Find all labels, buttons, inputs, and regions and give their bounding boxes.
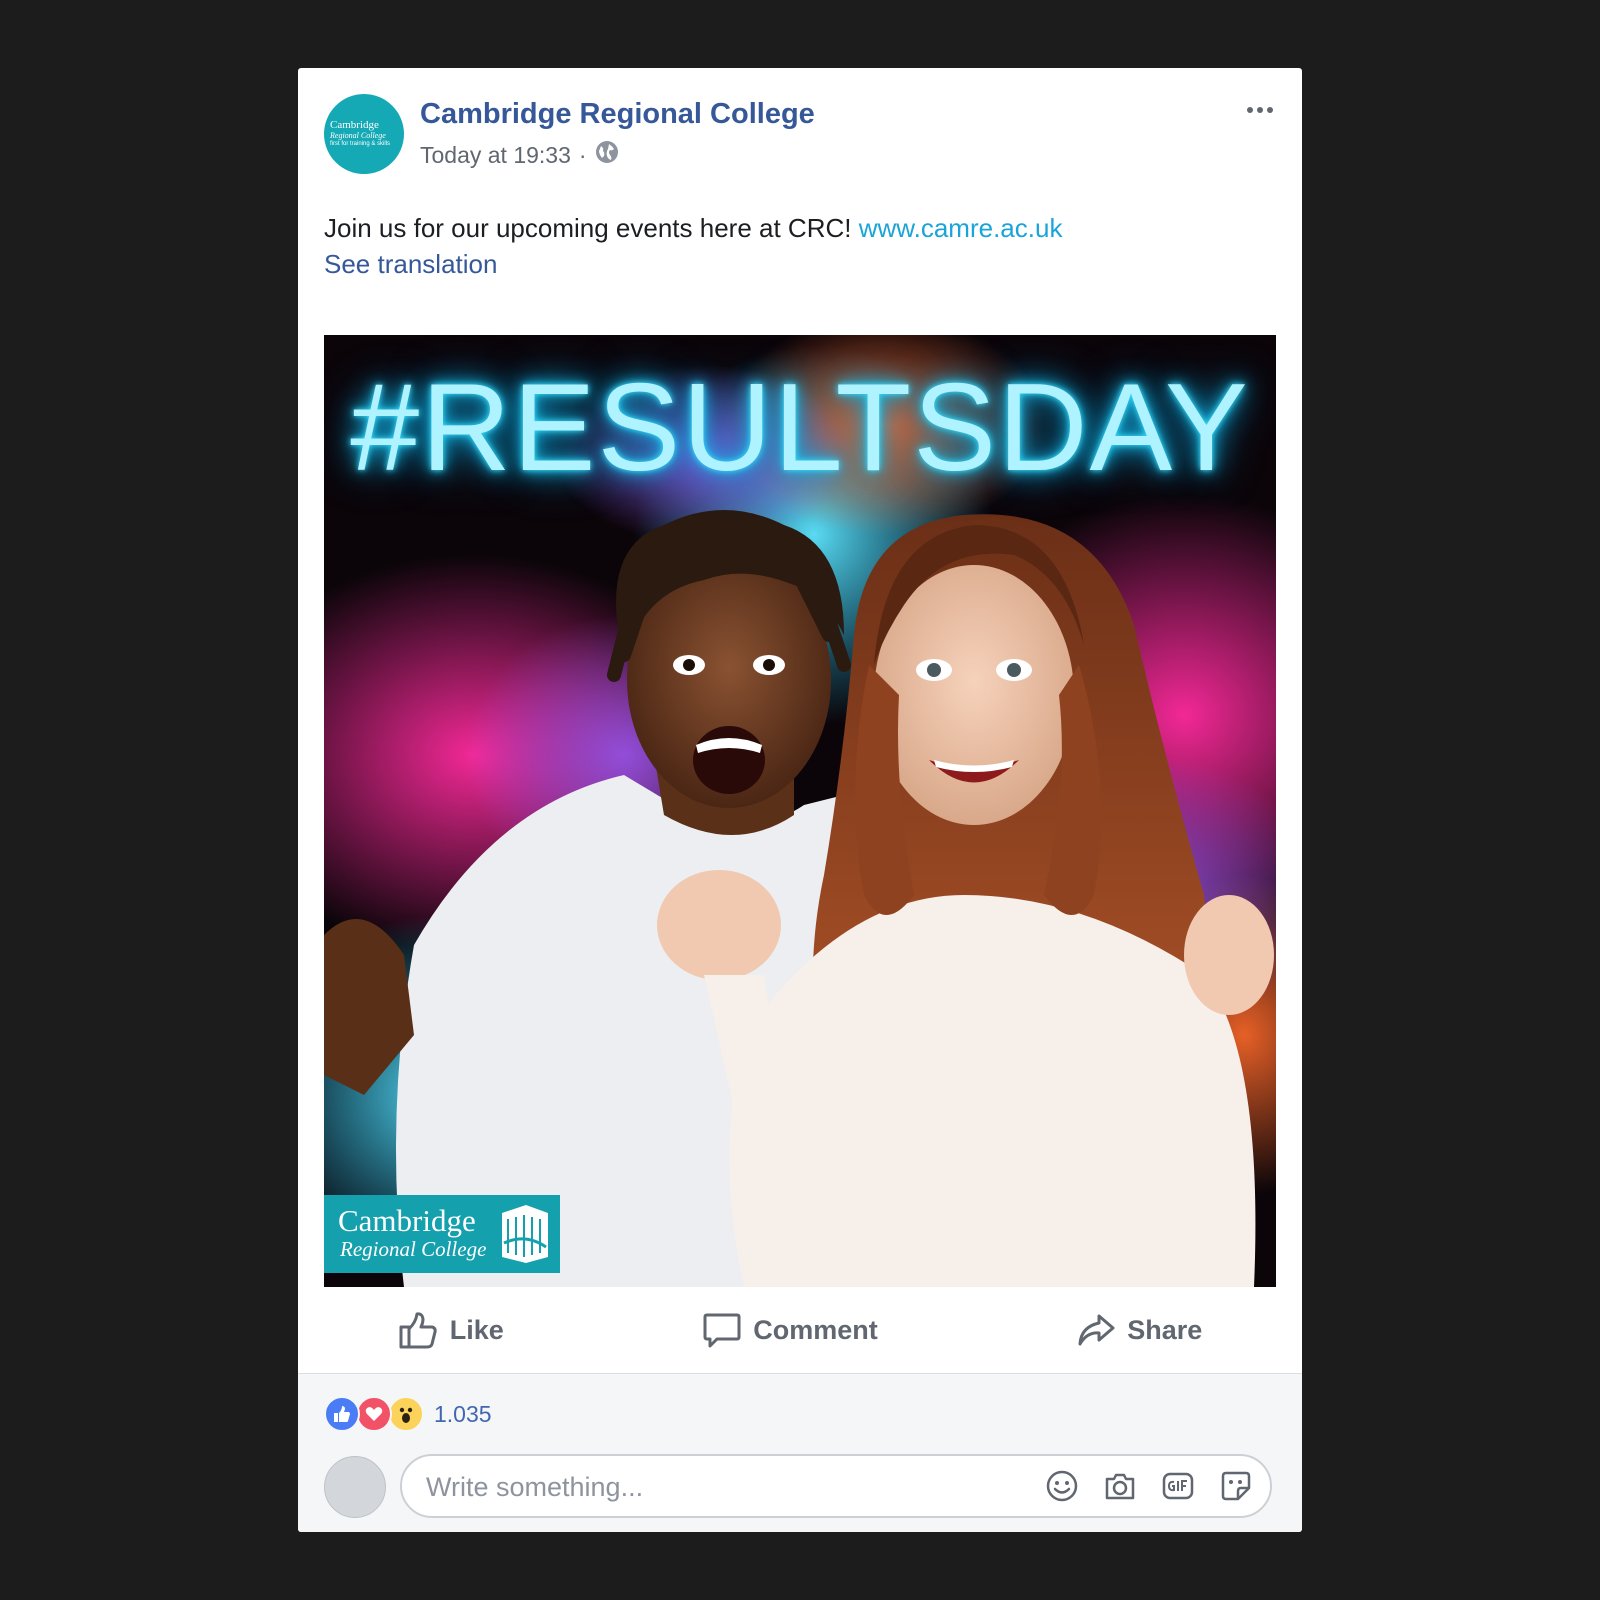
page-name-link[interactable]: Cambridge Regional College [420,98,815,131]
building-logo-icon [502,1205,548,1263]
reaction-count[interactable]: 1.035 [434,1401,492,1428]
logo-text-line2: Regional College [340,1237,487,1261]
comment-button[interactable]: Comment [703,1311,878,1349]
post-image[interactable]: #RESULTSDAY Cambridge Regional College [324,335,1276,1287]
like-icon [324,1396,360,1432]
meta-separator: · [578,141,587,168]
facebook-post-card: Cambridge Regional College first for tra… [298,68,1302,1532]
more-dot-icon [1257,107,1263,113]
see-translation-link[interactable]: See translation [324,246,497,282]
more-dot-icon [1247,107,1253,113]
share-arrow-icon [1078,1314,1115,1346]
avatar-logo-text: Regional College [330,131,386,140]
like-label: Like [449,1314,504,1345]
emoji-icon[interactable] [1046,1470,1078,1502]
post-action-bar: Like Comment Share [298,1287,1302,1374]
comment-label: Comment [753,1314,878,1345]
more-options-button[interactable] [1242,98,1278,122]
avatar-logo-text: Cambridge [330,119,379,131]
post-meta: Today at 19:33 · [420,140,619,170]
wow-icon [388,1396,424,1432]
post-timestamp[interactable]: Today at 19:33 [420,142,571,169]
image-hashtag-text: #RESULTSDAY [350,359,1250,497]
post-body-text: Join us for our upcoming events here at … [324,213,852,243]
post-body: Join us for our upcoming events here at … [324,210,1062,246]
image-brand-logo: Cambridge Regional College [324,1195,560,1273]
thumbs-up-icon [399,1312,437,1349]
gif-icon[interactable] [1162,1470,1194,1502]
composer-icons [1046,1470,1252,1502]
more-dot-icon [1267,107,1273,113]
comment-composer [400,1454,1272,1518]
sticker-icon[interactable] [1220,1470,1252,1502]
post-url-link[interactable]: www.camre.ac.uk [859,213,1063,243]
comment-input[interactable] [424,1464,1008,1510]
love-icon [356,1396,392,1432]
globe-icon[interactable] [595,140,619,170]
avatar-logo-text: first for training & skills [330,141,391,147]
share-label: Share [1127,1314,1203,1345]
like-button[interactable]: Like [398,1310,504,1350]
reactions-summary[interactable]: 1.035 [324,1396,492,1432]
comment-icon [703,1313,741,1348]
camera-icon[interactable] [1104,1470,1136,1502]
logo-text-line1: Cambridge [338,1203,476,1238]
page-avatar[interactable]: Cambridge Regional College first for tra… [324,94,404,174]
share-button[interactable]: Share [1077,1313,1202,1347]
current-user-avatar [324,1456,386,1518]
post-footer: 1.035 [298,1374,1302,1532]
